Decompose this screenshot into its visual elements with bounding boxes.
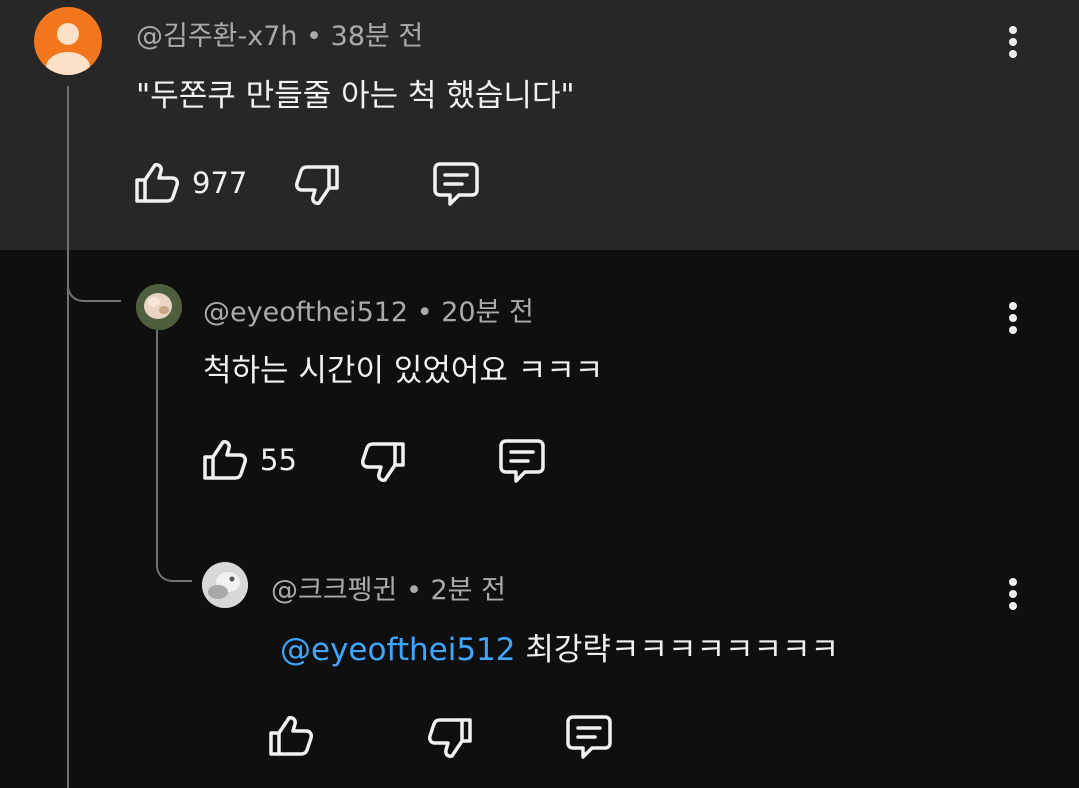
reply-button[interactable] (432, 161, 480, 207)
reply-comment-icon (566, 715, 612, 759)
like-button[interactable] (268, 714, 314, 758)
more-vert-icon (1009, 590, 1017, 598)
meta-separator: • (397, 575, 431, 606)
avatar[interactable] (136, 284, 182, 330)
more-vert-icon (1009, 314, 1017, 322)
avatar[interactable] (34, 7, 102, 75)
thread-connector (156, 530, 192, 582)
mention-link[interactable]: @eyeofthei512 (280, 632, 515, 668)
dislike-button[interactable] (360, 440, 406, 484)
meta-separator: • (297, 21, 331, 52)
more-options-button[interactable] (1003, 22, 1023, 62)
comment-meta: @김주환-x7h • 38분 전 (136, 14, 423, 53)
thumb-down-icon (361, 442, 405, 482)
like-button[interactable] (134, 161, 180, 205)
author-name[interactable]: @eyeofthei512 (203, 297, 408, 328)
like-count: 977 (192, 166, 248, 200)
comment-text: @eyeofthei512 최강략ㅋㅋㅋㅋㅋㅋㅋㅋ (280, 624, 839, 669)
meta-separator: • (408, 297, 442, 328)
more-options-button[interactable] (1003, 574, 1023, 614)
thumb-up-icon (269, 716, 313, 756)
more-vert-icon (1009, 602, 1017, 610)
thumb-down-icon (428, 718, 472, 758)
comment-time[interactable]: 2분 전 (430, 575, 505, 606)
comment-text: "두쫀쿠 만들줄 아는 척 했습니다" (136, 78, 575, 114)
thumb-up-icon (135, 163, 179, 203)
comment-meta: @eyeofthei512 • 20분 전 (203, 290, 534, 329)
reply-button[interactable] (498, 438, 546, 484)
reply-comment-icon (499, 439, 545, 483)
like-button[interactable] (202, 438, 248, 482)
more-vert-icon (1009, 38, 1017, 46)
reply-comment-icon (433, 162, 479, 206)
comment-time[interactable]: 20분 전 (441, 297, 534, 328)
like-count: 55 (260, 443, 297, 477)
more-vert-icon (1009, 26, 1017, 34)
user-silhouette-icon (46, 23, 90, 75)
thread-connector (67, 250, 121, 302)
author-name[interactable]: @크크펭귄 (271, 575, 397, 606)
more-vert-icon (1009, 326, 1017, 334)
more-vert-icon (1009, 578, 1017, 586)
comment-meta: @크크펭귄 • 2분 전 (271, 568, 506, 607)
avatar[interactable] (202, 562, 248, 608)
thread-line (67, 86, 69, 788)
more-options-button[interactable] (1003, 298, 1023, 338)
thumb-up-icon (203, 440, 247, 480)
thread-line (156, 330, 158, 530)
thumb-down-icon (295, 165, 339, 205)
comment-text: 척하는 시간이 있었어요 ㅋㅋㅋ (203, 353, 604, 389)
profile-picture-icon (136, 284, 182, 330)
profile-picture-icon (202, 562, 248, 608)
reply-button[interactable] (565, 714, 613, 760)
more-vert-icon (1009, 50, 1017, 58)
author-name[interactable]: @김주환-x7h (136, 21, 298, 52)
more-vert-icon (1009, 302, 1017, 310)
dislike-button[interactable] (427, 716, 473, 760)
comment-text-body: 최강략ㅋㅋㅋㅋㅋㅋㅋㅋ (515, 632, 840, 668)
dislike-button[interactable] (294, 163, 340, 207)
comment-time[interactable]: 38분 전 (331, 21, 424, 52)
